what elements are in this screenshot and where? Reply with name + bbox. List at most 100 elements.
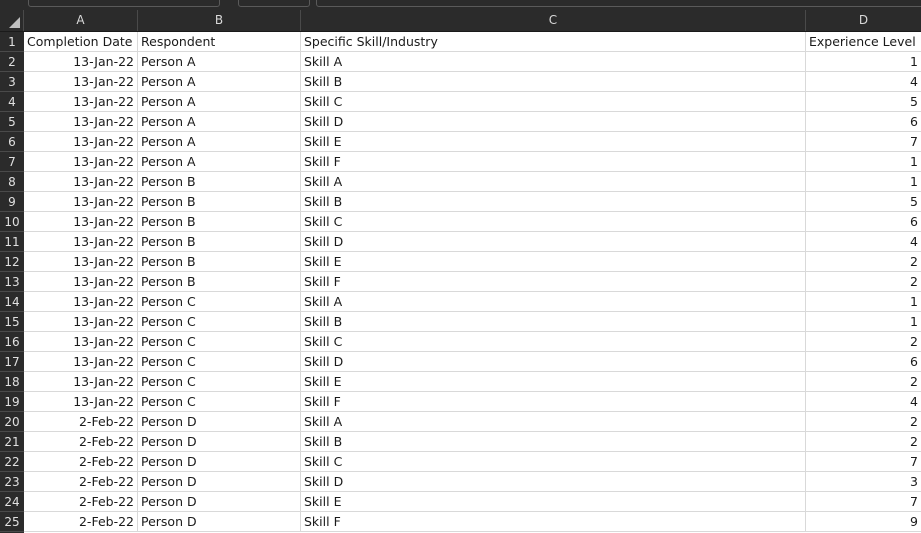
skill-cell[interactable]: Skill E bbox=[301, 252, 806, 271]
row-header-9[interactable]: 9 bbox=[0, 192, 24, 212]
date-cell[interactable]: 13-Jan-22 bbox=[24, 392, 138, 411]
row-header-6[interactable]: 6 bbox=[0, 132, 24, 152]
date-cell[interactable]: 2-Feb-22 bbox=[24, 512, 138, 531]
name-box[interactable] bbox=[28, 0, 220, 7]
row-header-7[interactable]: 7 bbox=[0, 152, 24, 172]
row-header-23[interactable]: 23 bbox=[0, 472, 24, 492]
date-cell[interactable]: 13-Jan-22 bbox=[24, 352, 138, 371]
date-cell[interactable]: 13-Jan-22 bbox=[24, 272, 138, 291]
respondent-cell[interactable]: Person B bbox=[138, 272, 301, 291]
experience-cell[interactable]: 7 bbox=[806, 132, 921, 151]
respondent-cell[interactable]: Person A bbox=[138, 72, 301, 91]
respondent-cell[interactable]: Person B bbox=[138, 172, 301, 191]
row-header-21[interactable]: 21 bbox=[0, 432, 24, 452]
respondent-cell[interactable]: Person B bbox=[138, 252, 301, 271]
row-header-18[interactable]: 18 bbox=[0, 372, 24, 392]
experience-cell[interactable]: 1 bbox=[806, 172, 921, 191]
row-header-3[interactable]: 3 bbox=[0, 72, 24, 92]
date-cell[interactable]: 13-Jan-22 bbox=[24, 172, 138, 191]
experience-cell[interactable]: 7 bbox=[806, 452, 921, 471]
date-cell[interactable]: 13-Jan-22 bbox=[24, 232, 138, 251]
experience-cell[interactable]: 4 bbox=[806, 72, 921, 91]
skill-cell[interactable]: Skill C bbox=[301, 92, 806, 111]
skill-cell[interactable]: Skill A bbox=[301, 52, 806, 71]
experience-cell[interactable]: 9 bbox=[806, 512, 921, 531]
experience-cell[interactable]: 2 bbox=[806, 432, 921, 451]
row-header-10[interactable]: 10 bbox=[0, 212, 24, 232]
experience-cell[interactable]: 3 bbox=[806, 472, 921, 491]
column-header-b[interactable]: B bbox=[138, 10, 301, 31]
date-cell[interactable]: 2-Feb-22 bbox=[24, 432, 138, 451]
experience-cell[interactable]: 1 bbox=[806, 152, 921, 171]
date-cell[interactable]: 2-Feb-22 bbox=[24, 492, 138, 511]
skill-cell[interactable]: Skill D bbox=[301, 352, 806, 371]
formula-bar[interactable] bbox=[316, 0, 921, 7]
skill-cell[interactable]: Skill F bbox=[301, 392, 806, 411]
skill-cell[interactable]: Skill F bbox=[301, 272, 806, 291]
row-header-22[interactable]: 22 bbox=[0, 452, 24, 472]
header-cell-skill[interactable]: Specific Skill/Industry bbox=[301, 32, 806, 51]
header-cell-respondent[interactable]: Respondent bbox=[138, 32, 301, 51]
respondent-cell[interactable]: Person B bbox=[138, 212, 301, 231]
row-header-12[interactable]: 12 bbox=[0, 252, 24, 272]
skill-cell[interactable]: Skill A bbox=[301, 412, 806, 431]
skill-cell[interactable]: Skill D bbox=[301, 232, 806, 251]
row-header-1[interactable]: 1 bbox=[0, 32, 24, 52]
experience-cell[interactable]: 1 bbox=[806, 292, 921, 311]
skill-cell[interactable]: Skill E bbox=[301, 372, 806, 391]
experience-cell[interactable]: 5 bbox=[806, 192, 921, 211]
row-header-2[interactable]: 2 bbox=[0, 52, 24, 72]
skill-cell[interactable]: Skill F bbox=[301, 512, 806, 531]
respondent-cell[interactable]: Person A bbox=[138, 112, 301, 131]
date-cell[interactable]: 2-Feb-22 bbox=[24, 412, 138, 431]
respondent-cell[interactable]: Person B bbox=[138, 192, 301, 211]
respondent-cell[interactable]: Person C bbox=[138, 312, 301, 331]
respondent-cell[interactable]: Person C bbox=[138, 372, 301, 391]
skill-cell[interactable]: Skill C bbox=[301, 332, 806, 351]
experience-cell[interactable]: 2 bbox=[806, 412, 921, 431]
skill-cell[interactable]: Skill E bbox=[301, 132, 806, 151]
skill-cell[interactable]: Skill B bbox=[301, 312, 806, 331]
row-header-13[interactable]: 13 bbox=[0, 272, 24, 292]
respondent-cell[interactable]: Person C bbox=[138, 292, 301, 311]
row-header-8[interactable]: 8 bbox=[0, 172, 24, 192]
experience-cell[interactable]: 2 bbox=[806, 332, 921, 351]
respondent-cell[interactable]: Person A bbox=[138, 92, 301, 111]
respondent-cell[interactable]: Person A bbox=[138, 152, 301, 171]
respondent-cell[interactable]: Person D bbox=[138, 412, 301, 431]
column-header-c[interactable]: C bbox=[301, 10, 806, 31]
skill-cell[interactable]: Skill E bbox=[301, 492, 806, 511]
skill-cell[interactable]: Skill D bbox=[301, 112, 806, 131]
select-all-button[interactable] bbox=[0, 10, 24, 31]
respondent-cell[interactable]: Person D bbox=[138, 492, 301, 511]
row-header-19[interactable]: 19 bbox=[0, 392, 24, 412]
respondent-cell[interactable]: Person C bbox=[138, 352, 301, 371]
experience-cell[interactable]: 6 bbox=[806, 112, 921, 131]
date-cell[interactable]: 13-Jan-22 bbox=[24, 252, 138, 271]
respondent-cell[interactable]: Person D bbox=[138, 452, 301, 471]
experience-cell[interactable]: 4 bbox=[806, 392, 921, 411]
header-cell-experience-level[interactable]: Experience Level bbox=[806, 32, 921, 51]
formula-controls[interactable] bbox=[238, 0, 310, 7]
row-header-14[interactable]: 14 bbox=[0, 292, 24, 312]
date-cell[interactable]: 13-Jan-22 bbox=[24, 332, 138, 351]
skill-cell[interactable]: Skill F bbox=[301, 152, 806, 171]
column-header-d[interactable]: D bbox=[806, 10, 921, 31]
experience-cell[interactable]: 6 bbox=[806, 212, 921, 231]
skill-cell[interactable]: Skill D bbox=[301, 472, 806, 491]
date-cell[interactable]: 13-Jan-22 bbox=[24, 212, 138, 231]
row-header-15[interactable]: 15 bbox=[0, 312, 24, 332]
row-header-17[interactable]: 17 bbox=[0, 352, 24, 372]
experience-cell[interactable]: 1 bbox=[806, 52, 921, 71]
date-cell[interactable]: 13-Jan-22 bbox=[24, 52, 138, 71]
respondent-cell[interactable]: Person B bbox=[138, 232, 301, 251]
experience-cell[interactable]: 2 bbox=[806, 372, 921, 391]
date-cell[interactable]: 13-Jan-22 bbox=[24, 192, 138, 211]
row-header-24[interactable]: 24 bbox=[0, 492, 24, 512]
row-header-11[interactable]: 11 bbox=[0, 232, 24, 252]
date-cell[interactable]: 13-Jan-22 bbox=[24, 372, 138, 391]
skill-cell[interactable]: Skill B bbox=[301, 192, 806, 211]
date-cell[interactable]: 13-Jan-22 bbox=[24, 72, 138, 91]
date-cell[interactable]: 13-Jan-22 bbox=[24, 112, 138, 131]
experience-cell[interactable]: 2 bbox=[806, 252, 921, 271]
